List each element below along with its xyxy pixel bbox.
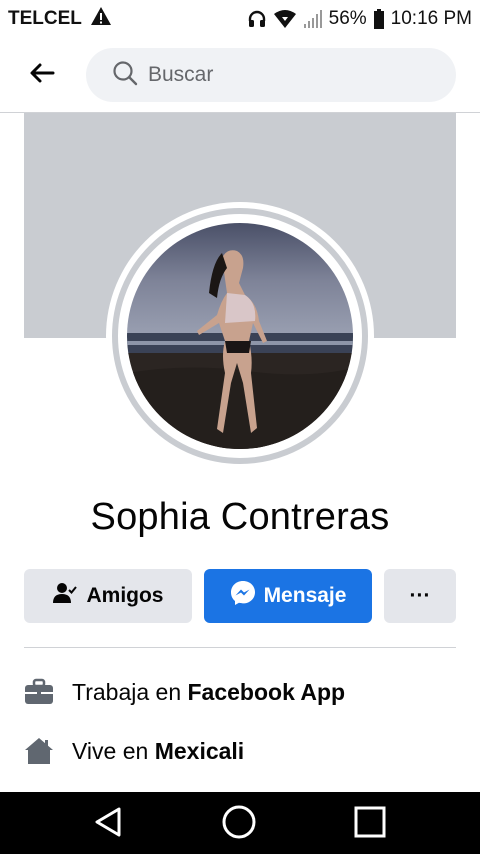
status-left: TELCEL	[8, 6, 112, 32]
nav-home-button[interactable]	[219, 804, 259, 844]
work-place[interactable]: Facebook App	[188, 679, 346, 706]
clock: 10:16 PM	[390, 8, 472, 29]
home-prefix: Vive en	[72, 737, 155, 764]
nav-recent-button[interactable]	[350, 804, 390, 844]
search-header	[0, 38, 480, 113]
system-nav-bar	[0, 792, 480, 854]
headphones-icon	[247, 9, 267, 29]
message-button[interactable]: Mensaje	[204, 569, 372, 623]
search-input[interactable]	[148, 63, 428, 87]
battery-percent: 56%	[328, 8, 367, 29]
back-arrow-icon	[29, 62, 55, 89]
message-button-label: Mensaje	[263, 584, 347, 607]
profile-picture[interactable]	[106, 202, 374, 470]
friends-button-label: Amigos	[86, 584, 164, 607]
profile-name: Sophia Contreras	[90, 496, 390, 538]
carrier-label: TELCEL	[8, 8, 82, 29]
nav-recent-icon	[353, 805, 387, 844]
home-info: Vive en Mexicali	[24, 731, 456, 771]
status-right: 56% 10:16 PM	[247, 8, 472, 30]
battery-icon	[373, 9, 385, 29]
status-bar: TELCEL 56% 10:16 PM	[0, 0, 480, 38]
avatar-border	[112, 208, 368, 464]
more-options-label: ···	[409, 584, 431, 607]
nav-back-button[interactable]	[88, 804, 128, 844]
work-info: Trabaja en Facebook App	[24, 672, 456, 712]
nav-back-icon	[91, 805, 125, 844]
search-box[interactable]	[86, 48, 456, 102]
wifi-icon	[273, 9, 297, 29]
warning-icon	[90, 6, 112, 32]
friends-button[interactable]: Amigos	[24, 569, 192, 623]
profile-actions: Amigos Mensaje ···	[24, 569, 456, 623]
messenger-icon	[230, 580, 264, 612]
search-icon	[112, 60, 138, 91]
signal-icon	[303, 9, 323, 29]
home-place[interactable]: Mexicali	[155, 738, 245, 765]
divider	[24, 647, 456, 648]
avatar	[127, 223, 353, 449]
more-options-button[interactable]: ···	[384, 569, 456, 623]
friends-icon	[52, 581, 86, 611]
work-prefix: Trabaja en	[72, 678, 188, 705]
back-button[interactable]	[22, 55, 62, 95]
work-icon	[24, 677, 54, 707]
home-icon	[24, 736, 54, 766]
nav-home-icon	[221, 804, 257, 845]
